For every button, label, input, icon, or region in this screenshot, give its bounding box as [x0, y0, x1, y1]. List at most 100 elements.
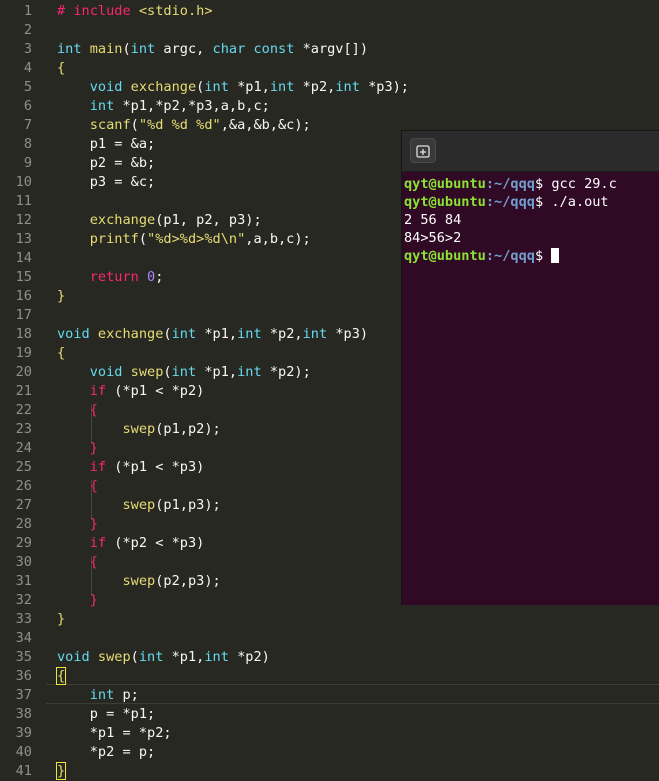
- code-token: p1 = &a;: [57, 136, 156, 152]
- line-number: 10: [15, 174, 32, 190]
- code-text: int *p1,*p2,*p3,a,b,c;: [57, 97, 270, 116]
- code-token: (p1,p2);: [155, 421, 221, 437]
- code-text: if (*p2 < *p3): [57, 534, 205, 553]
- line-number: 41: [15, 763, 32, 779]
- terminal-line: qyt@ubuntu:~/qqq$: [404, 247, 658, 265]
- code-line[interactable]: 40 *p2 = p;: [0, 743, 659, 762]
- code-line[interactable]: 41}: [0, 762, 659, 781]
- code-token: int: [130, 41, 156, 57]
- code-line[interactable]: 2: [0, 21, 659, 40]
- code-token: }: [89, 592, 98, 608]
- line-number: 33: [15, 611, 32, 627]
- code-line[interactable]: 1 # include <stdio.h>: [0, 2, 659, 21]
- line-number: 19: [15, 345, 32, 361]
- code-text: swep(p1,p2);: [57, 420, 221, 439]
- new-tab-button[interactable]: [410, 138, 436, 163]
- code-text: if (*p1 < *p3): [57, 458, 205, 477]
- code-token: (: [163, 326, 172, 342]
- code-text: {: [55, 667, 67, 686]
- code-line[interactable]: 4{: [0, 59, 659, 78]
- code-token: (: [138, 231, 148, 247]
- code-line[interactable]: 35 void swep(int *p1,int *p2): [0, 648, 659, 667]
- code-text: void exchange(int *p1,int *p2,int *p3);: [57, 78, 409, 97]
- code-token: *p2 = p;: [57, 744, 156, 760]
- code-token: }: [57, 611, 66, 627]
- code-text: int p;: [57, 686, 139, 705]
- code-token: if: [89, 535, 107, 551]
- code-token: ,a,b,c);: [245, 231, 311, 247]
- code-token: *argv[]: [294, 41, 360, 57]
- line-number: 24: [15, 440, 32, 456]
- code-text: printf("%d>%d>%d\n",a,b,c);: [57, 230, 311, 249]
- code-token: }: [57, 288, 66, 304]
- line-number: 9: [23, 155, 32, 171]
- line-number: 14: [15, 250, 32, 266]
- code-token: if: [89, 459, 107, 475]
- terminal-window[interactable]: qyt@ubuntu:~/qqq$ gcc 29.c qyt@ubuntu:~/q…: [401, 130, 659, 605]
- code-token: int: [171, 326, 197, 342]
- code-line[interactable]: 34: [0, 629, 659, 648]
- code-line[interactable]: 3 int main(int argc, char const *argv[]): [0, 40, 659, 59]
- code-token: *p1,: [163, 649, 205, 665]
- prompt-path: :~/qqq: [485, 176, 535, 192]
- code-token: ): [359, 41, 369, 57]
- code-token: p = *p1;: [57, 706, 156, 722]
- code-line[interactable]: 33}: [0, 610, 659, 629]
- command-text: gcc 29.c: [551, 176, 617, 192]
- code-token: *p2,: [294, 79, 336, 95]
- code-token: int: [89, 687, 115, 703]
- code-token: (*p2 < *p3): [106, 535, 205, 551]
- line-number: 18: [15, 326, 32, 342]
- line-number: 32: [15, 592, 32, 608]
- line-number: 29: [15, 535, 32, 551]
- code-token: int: [237, 364, 262, 380]
- code-token: *p1,: [196, 364, 238, 380]
- line-number: 13: [15, 231, 32, 247]
- code-text: p2 = &b;: [57, 154, 155, 173]
- line-number: 23: [15, 421, 32, 437]
- code-line[interactable]: 37 int p;: [0, 686, 659, 705]
- code-line[interactable]: 38 p = *p1;: [0, 705, 659, 724]
- code-token: if: [89, 383, 107, 399]
- code-token: swep: [122, 573, 156, 589]
- line-number: 5: [23, 79, 32, 95]
- code-text: *p2 = p;: [57, 743, 155, 762]
- code-token: *p2,: [261, 326, 303, 342]
- code-line[interactable]: 6 int *p1,*p2,*p3,a,b,c;: [0, 97, 659, 116]
- code-token: {: [89, 554, 98, 570]
- line-number: 7: [23, 117, 32, 133]
- code-token: swep: [122, 497, 156, 513]
- code-token: swep: [122, 421, 156, 437]
- line-number: 12: [15, 212, 32, 228]
- code-token: exchange: [89, 326, 164, 342]
- code-text: {: [57, 344, 65, 363]
- code-token: # include: [57, 3, 139, 19]
- prompt-sign: $: [534, 248, 552, 264]
- code-token: (p2,p3);: [155, 573, 221, 589]
- line-number: 34: [15, 630, 32, 646]
- code-text: {: [57, 59, 65, 78]
- terminal-output[interactable]: qyt@ubuntu:~/qqq$ gcc 29.c qyt@ubuntu:~/q…: [404, 175, 658, 265]
- code-text: }: [57, 610, 65, 629]
- prompt-path: :~/qqq: [485, 194, 535, 210]
- code-token: ;: [155, 269, 164, 285]
- code-line[interactable]: 36 {: [0, 667, 659, 686]
- code-text: {: [57, 401, 98, 420]
- line-number: 30: [15, 554, 32, 570]
- code-line[interactable]: 5 void exchange(int *p1,int *p2,int *p3)…: [0, 78, 659, 97]
- code-line[interactable]: 39 *p1 = *p2;: [0, 724, 659, 743]
- program-output: 2 56 84: [404, 212, 462, 228]
- code-token: *p3): [327, 326, 369, 342]
- code-token: void: [57, 326, 90, 342]
- line-number: 6: [23, 98, 32, 114]
